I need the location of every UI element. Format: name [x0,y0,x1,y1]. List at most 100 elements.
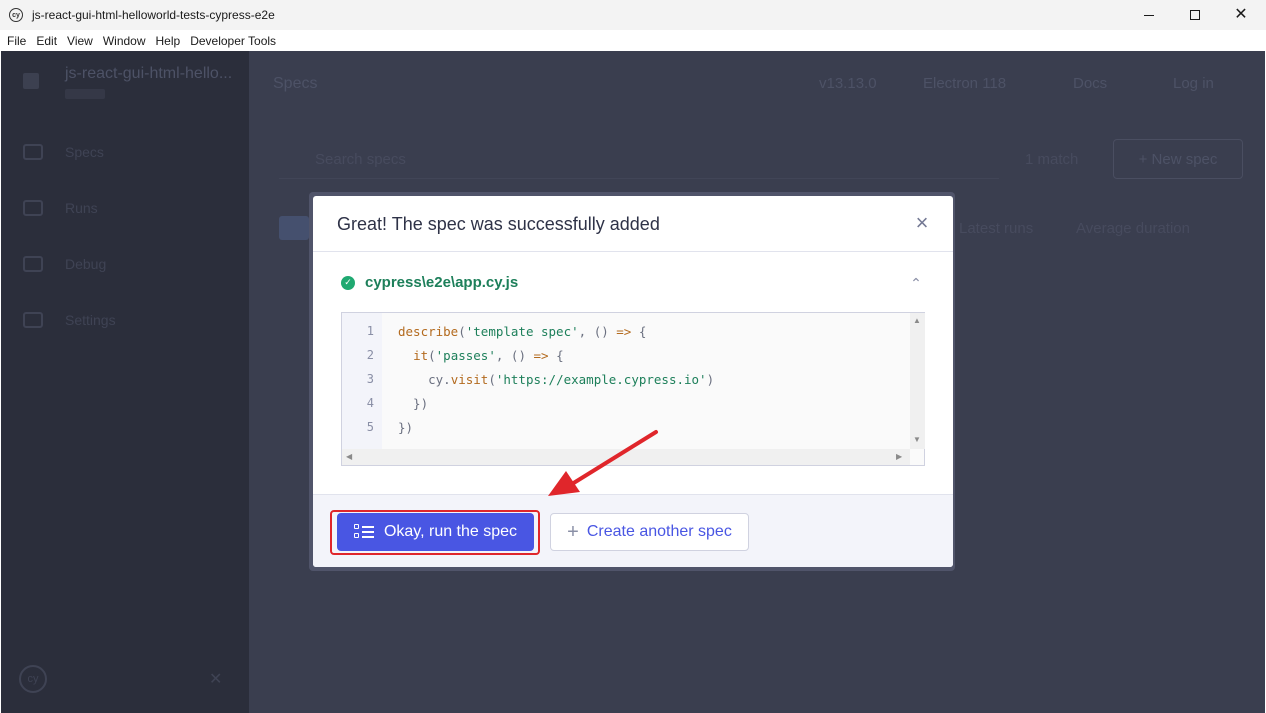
spec-created-dialog: Great! The spec was successfully added ×… [313,196,953,567]
runs-icon [23,200,43,216]
code-line: cy.visit('https://example.cypress.io') [398,372,714,387]
spec-file-row: ✓ cypress\e2e\app.cy.js [341,274,518,291]
code-token: , () [578,324,617,339]
window-title: js-react-gui-html-helloworld-tests-cypre… [32,8,275,22]
menu-developer-tools[interactable]: Developer Tools [190,34,276,48]
code-line: describe('template spec', () => { [398,324,646,339]
menu-help[interactable]: Help [156,34,181,48]
debug-icon [23,256,43,272]
code-line: }) [398,420,413,435]
code-token: ( [488,372,496,387]
line-number: 1 [366,324,374,338]
specs-icon [23,144,43,160]
line-gutter: 1 2 3 4 5 [342,313,382,449]
close-icon: × [915,210,929,235]
scroll-up-icon[interactable]: ▲ [913,316,921,325]
code-line: }) [398,396,428,411]
project-branch [65,89,105,99]
project-icon [23,73,39,89]
close-icon: ✕ [1234,6,1248,23]
sidebar-item-label: Specs [65,144,104,160]
scroll-left-icon[interactable]: ◀ [346,452,352,461]
column-latest-runs: Latest runs [959,220,1034,237]
code-token: ( [428,348,436,363]
code-token: 'template spec' [465,324,579,339]
sidebar-item-label: Debug [65,256,107,272]
window-close-button[interactable]: ✕ [1218,0,1264,30]
browser-selector: Electron 118 [923,75,1007,92]
code-token: 'passes' [435,348,496,363]
code-token: , () [495,348,534,363]
chip [279,216,309,240]
maximize-icon [1190,10,1200,20]
check-circle-icon: ✓ [341,275,355,290]
code-token: it [413,348,429,363]
cypress-logo-icon: cy [19,665,47,693]
line-number: 5 [366,420,374,434]
run-list-icon [353,524,374,540]
create-another-spec-button[interactable]: + Create another spec [550,513,749,551]
new-spec-button: + New spec [1113,139,1243,179]
sidebar-item-runs: Runs [23,196,223,220]
menu-edit[interactable]: Edit [36,34,57,48]
sidebar: js-react-gui-html-hello... Specs Runs De… [1,51,249,713]
version-badge: v13.13.0 [819,75,877,92]
horizontal-scrollbar[interactable]: ◀ ▶ [342,449,910,465]
sidebar-item-debug: Debug [23,252,223,276]
maximize-button[interactable] [1172,0,1218,30]
code-line: it('passes', () => { [398,348,564,363]
dialog-footer: Okay, run the spec + Create another spec [313,494,953,567]
dialog-title: Great! The spec was successfully added [337,214,660,234]
project-name: js-react-gui-html-hello... [65,65,233,82]
search-placeholder: Search specs [315,151,406,168]
collapse-sidebar-icon: ✕ [209,671,223,688]
code-token: visit [450,372,489,387]
run-spec-button[interactable]: Okay, run the spec [337,513,534,551]
sidebar-item-label: Runs [65,200,98,216]
code-token: }) [398,396,429,411]
create-another-spec-label: Create another spec [586,523,732,540]
code-token: 'https://example.cypress.io' [495,372,707,387]
code-token: => [616,324,632,339]
scroll-right-icon[interactable]: ▶ [896,452,902,461]
code-token: cy. [398,372,451,387]
minimize-icon [1144,14,1154,16]
dialog-close-button[interactable]: × [911,210,933,235]
code-token: { [548,348,564,363]
column-average-duration: Average duration [1076,220,1190,237]
sidebar-item-specs: Specs [23,140,223,164]
code-token: => [533,348,549,363]
cypress-app-icon: cy [9,8,23,22]
scroll-down-icon[interactable]: ▼ [913,435,921,444]
menu-file[interactable]: File [7,34,26,48]
spec-file-path: cypress\e2e\app.cy.js [365,274,519,291]
login-link: Log in [1173,75,1214,92]
sidebar-item-label: Settings [65,312,116,328]
sidebar-item-settings: Settings [23,308,223,332]
code-preview: 1 2 3 4 5 describe('template spec', () =… [341,312,925,466]
code-token: }) [398,420,414,435]
menu-window[interactable]: Window [103,34,146,48]
menubar: File Edit View Window Help Developer Too… [0,30,1266,51]
spec-search: Search specs [279,143,999,179]
settings-icon [23,312,43,328]
code-token: { [631,324,647,339]
menu-view[interactable]: View [67,34,93,48]
chevron-up-icon[interactable]: ⌃ [909,275,923,291]
vertical-scrollbar[interactable]: ▲ ▼ [910,313,925,449]
line-number: 2 [366,348,374,362]
plus-icon: + [567,521,579,543]
match-count: 1 match [1025,151,1079,168]
window-titlebar: cy js-react-gui-html-helloworld-tests-cy… [0,0,1266,30]
page-title: Specs [273,75,318,92]
run-spec-label: Okay, run the spec [383,523,518,540]
line-number: 3 [366,372,374,386]
code-token: describe [398,324,459,339]
code-token: ) [706,372,715,387]
code-token: ( [458,324,466,339]
dialog-header: Great! The spec was successfully added × [313,196,953,252]
docs-link: Docs [1073,75,1108,92]
line-number: 4 [366,396,374,410]
minimize-button[interactable] [1126,0,1172,30]
